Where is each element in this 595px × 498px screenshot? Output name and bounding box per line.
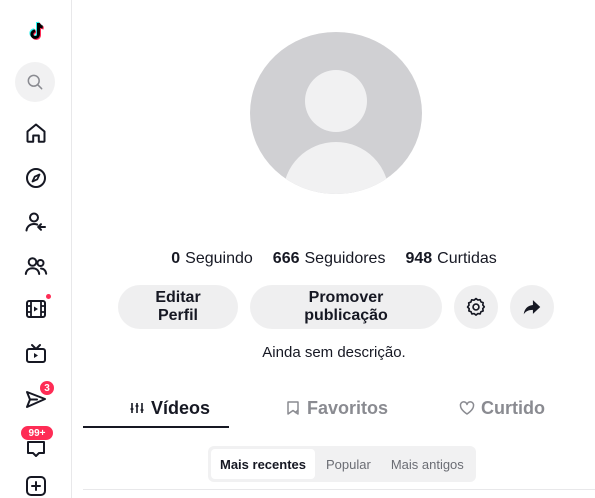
- upload-icon[interactable]: [22, 472, 50, 498]
- sort-filter: Mais recentes Popular Mais antigos: [208, 446, 476, 482]
- profile-stats: 0 Seguindo 666 Seguidores 948 Curtidas: [73, 250, 595, 268]
- inbox-icon[interactable]: 99+: [20, 425, 54, 462]
- likes-count: 948: [405, 250, 433, 267]
- likes-label: Curtidas: [437, 250, 497, 267]
- profile-main: 0 Seguindo 666 Seguidores 948 Curtidas Edit…: [73, 0, 595, 498]
- content-divider: [83, 489, 595, 490]
- search-icon: [27, 74, 43, 90]
- inbox-badge: 99+: [20, 425, 54, 441]
- following-stat[interactable]: 0 Seguindo: [171, 250, 253, 268]
- heart-icon: [459, 401, 475, 415]
- active-tab-indicator: [83, 426, 229, 428]
- friends-icon[interactable]: [22, 252, 50, 280]
- tiktok-logo-icon[interactable]: [22, 18, 50, 46]
- share-arrow-icon: [523, 300, 541, 315]
- tab-videos[interactable]: Vídeos: [129, 388, 210, 428]
- avatar-body-shape: [283, 142, 389, 194]
- edit-profile-button[interactable]: Editar Perfil: [118, 285, 238, 329]
- sidebar: 3 99+: [0, 0, 72, 498]
- messages-badge: 3: [39, 380, 55, 396]
- tab-liked-label: Curtido: [481, 397, 545, 418]
- profile-tabs: Vídeos Favoritos Curtido: [83, 388, 595, 428]
- following-icon[interactable]: [22, 208, 50, 236]
- followers-stat[interactable]: 666 Seguidores: [273, 250, 386, 268]
- videos-bars-icon: [130, 403, 144, 413]
- tv-icon[interactable]: [22, 340, 50, 368]
- avatar-head-shape: [305, 70, 367, 132]
- gear-icon: [466, 297, 486, 316]
- share-profile-button[interactable]: [510, 285, 554, 329]
- profile-bio: Ainda sem descrição.: [262, 344, 406, 361]
- tab-videos-label: Vídeos: [151, 397, 211, 418]
- live-notification-dot: [46, 294, 51, 299]
- live-icon[interactable]: [22, 294, 51, 323]
- filter-most-recent[interactable]: Mais recentes: [211, 449, 315, 479]
- explore-icon[interactable]: [22, 164, 50, 192]
- profile-actions: Editar Perfil Promover publicação: [118, 285, 554, 329]
- likes-stat: 948 Curtidas: [405, 250, 496, 268]
- home-icon[interactable]: [22, 119, 50, 147]
- followers-count: 666: [272, 250, 300, 267]
- tab-favorites[interactable]: Favoritos: [285, 388, 388, 428]
- avatar[interactable]: [250, 32, 422, 194]
- bookmark-icon: [287, 401, 299, 415]
- tab-favorites-label: Favoritos: [307, 397, 389, 418]
- tab-liked[interactable]: Curtido: [459, 388, 545, 428]
- filter-popular[interactable]: Popular: [317, 449, 380, 479]
- filter-oldest[interactable]: Mais antigos: [382, 449, 473, 479]
- following-count: 0: [171, 250, 181, 267]
- followers-label: Seguidores: [304, 250, 386, 267]
- promote-post-button[interactable]: Promover publicação: [250, 285, 442, 329]
- following-label: Seguindo: [185, 250, 253, 267]
- search-button[interactable]: [15, 62, 55, 102]
- messages-icon[interactable]: 3: [22, 380, 55, 414]
- settings-button[interactable]: [454, 285, 498, 329]
